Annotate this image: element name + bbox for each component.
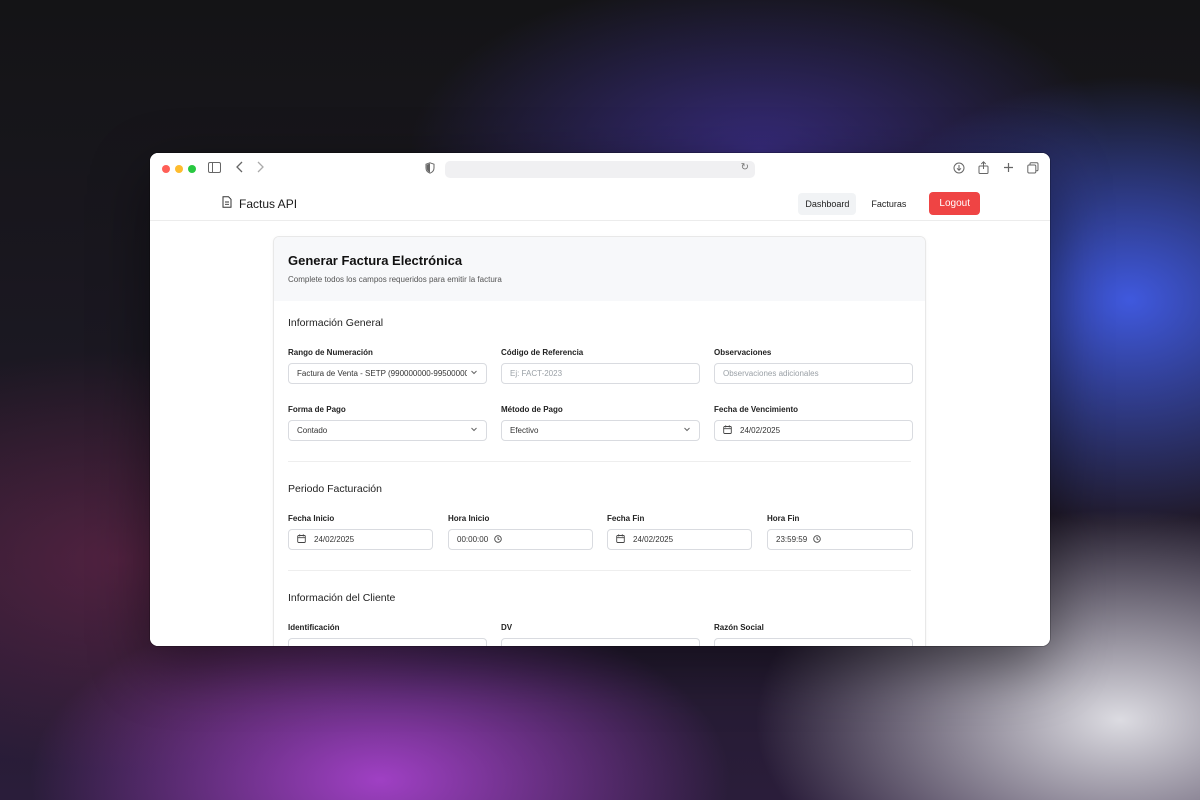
section-general-title: Información General <box>288 317 911 329</box>
clock-icon <box>494 534 502 545</box>
calendar-icon <box>723 425 732 436</box>
field-label: Método de Pago <box>501 405 563 414</box>
field-fecha-inicio: Fecha Inicio 24/02/2025 <box>288 514 433 550</box>
forward-icon[interactable] <box>256 161 264 176</box>
date-value: 24/02/2025 <box>314 535 355 544</box>
nav-dashboard[interactable]: Dashboard <box>798 192 857 215</box>
close-window-button[interactable] <box>162 165 170 173</box>
vencimiento-date-input[interactable]: 24/02/2025 <box>714 420 913 441</box>
forma-pago-select[interactable]: Contado <box>288 420 487 441</box>
time-value: 00:00:00 <box>457 535 489 544</box>
plus-icon[interactable] <box>1003 162 1014 176</box>
rango-select[interactable]: Factura de Venta - SETP (990000000-99500… <box>288 363 487 384</box>
logout-button[interactable]: Logout <box>929 192 980 215</box>
app-navbar: Factus API Dashboard Facturas Logout <box>150 185 1050 221</box>
card-header: Generar Factura Electrónica Complete tod… <box>274 237 925 301</box>
field-hora-fin: Hora Fin 23:59:59 <box>767 514 913 550</box>
identificacion-input[interactable] <box>288 638 487 646</box>
traffic-lights <box>162 165 196 173</box>
hora-inicio-input[interactable]: 00:00:00 <box>448 529 593 550</box>
field-label: Rango de Numeración <box>288 348 373 357</box>
metodo-pago-select[interactable]: Efectivo <box>501 420 700 441</box>
field-observaciones: Observaciones Observaciones adicionales <box>714 348 913 384</box>
section-title: Información General <box>288 317 384 329</box>
codigo-input[interactable]: Ej: FACT-2023 <box>501 363 700 384</box>
section-title: Información del Cliente <box>288 592 396 604</box>
hora-fin-input[interactable]: 23:59:59 <box>767 529 913 550</box>
address-bar[interactable]: ↻ <box>445 161 755 178</box>
brand-name: Factus API <box>239 197 298 211</box>
chevron-down-icon <box>683 425 691 435</box>
observaciones-input[interactable]: Observaciones adicionales <box>714 363 913 384</box>
tabs-icon[interactable] <box>1027 162 1039 177</box>
section-periodo-title: Periodo Facturación <box>288 483 911 495</box>
zoom-window-button[interactable] <box>188 165 196 173</box>
divider <box>288 570 911 571</box>
field-identificacion: Identificación <box>288 623 487 646</box>
field-codigo: Código de Referencia Ej: FACT-2023 <box>501 348 700 384</box>
field-label: Hora Fin <box>767 514 800 523</box>
nav-links: Dashboard Facturas Logout <box>798 192 980 215</box>
date-value: 24/02/2025 <box>633 535 674 544</box>
sidebar-icon[interactable] <box>208 162 221 176</box>
select-value: Contado <box>297 426 328 435</box>
calendar-icon <box>297 534 306 545</box>
field-label: Fecha Inicio <box>288 514 335 523</box>
select-value: Efectivo <box>510 426 539 435</box>
dv-input[interactable] <box>501 638 700 646</box>
field-label: Observaciones <box>714 348 772 357</box>
clock-icon <box>813 534 821 545</box>
calendar-icon <box>616 534 625 545</box>
section-title: Periodo Facturación <box>288 483 382 495</box>
back-icon[interactable] <box>236 161 244 176</box>
download-icon[interactable] <box>953 162 965 177</box>
field-vencimiento: Fecha de Vencimiento 24/02/2025 <box>714 405 913 441</box>
nav-facturas[interactable]: Facturas <box>864 193 913 215</box>
field-label: Forma de Pago <box>288 405 346 414</box>
field-rango: Rango de Numeración Factura de Venta - S… <box>288 348 487 384</box>
browser-window: ↻ Factus API Dashboard Facturas Logout G… <box>150 153 1050 646</box>
field-forma-pago: Forma de Pago Contado <box>288 405 487 441</box>
reload-icon[interactable]: ↻ <box>741 162 749 173</box>
page-content: Generar Factura Electrónica Complete tod… <box>150 221 1050 646</box>
shield-icon[interactable] <box>425 162 435 177</box>
share-icon[interactable] <box>978 161 989 177</box>
select-value: Factura de Venta - SETP (990000000-99500… <box>297 369 467 378</box>
field-metodo-pago: Método de Pago Efectivo <box>501 405 700 441</box>
browser-titlebar: ↻ <box>150 153 1050 185</box>
minimize-window-button[interactable] <box>175 165 183 173</box>
date-value: 24/02/2025 <box>740 426 781 435</box>
divider <box>288 461 911 462</box>
page-title: Generar Factura Electrónica <box>288 253 463 268</box>
field-label: DV <box>501 623 513 632</box>
field-dv: DV <box>501 623 700 646</box>
field-label: Fecha Fin <box>607 514 645 523</box>
field-fecha-fin: Fecha Fin 24/02/2025 <box>607 514 752 550</box>
fecha-fin-input[interactable]: 24/02/2025 <box>607 529 752 550</box>
document-icon <box>222 195 232 213</box>
field-label: Fecha de Vencimiento <box>714 405 799 414</box>
time-value: 23:59:59 <box>776 535 808 544</box>
section-cliente-title: Información del Cliente <box>288 592 911 604</box>
field-razon-social: Razón Social <box>714 623 913 646</box>
chevron-down-icon <box>470 368 478 378</box>
field-label: Identificación <box>288 623 340 632</box>
field-label: Hora Inicio <box>448 514 490 523</box>
razon-social-input[interactable] <box>714 638 913 646</box>
field-hora-inicio: Hora Inicio 00:00:00 <box>448 514 593 550</box>
invoice-form-card: Generar Factura Electrónica Complete tod… <box>273 236 926 646</box>
fecha-inicio-input[interactable]: 24/02/2025 <box>288 529 433 550</box>
brand[interactable]: Factus API <box>222 195 297 213</box>
chevron-down-icon <box>470 425 478 435</box>
page-subtitle: Complete todos los campos requeridos par… <box>288 275 502 284</box>
field-label: Razón Social <box>714 623 764 632</box>
field-label: Código de Referencia <box>501 348 584 357</box>
